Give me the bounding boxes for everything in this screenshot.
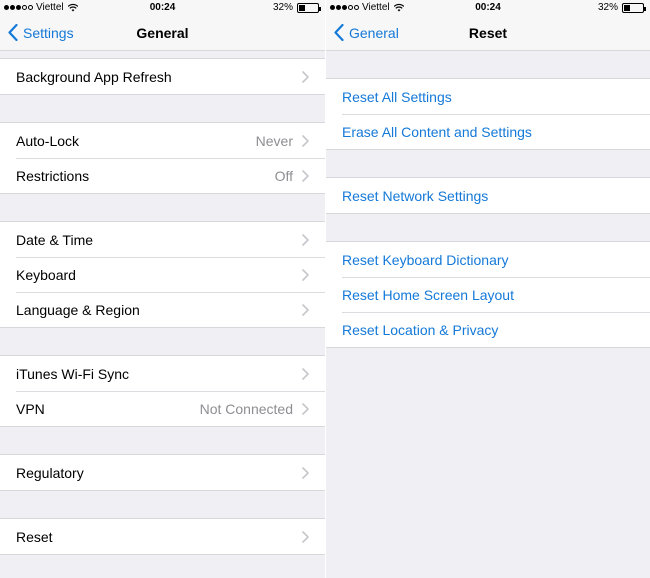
reset-all-settings-button[interactable]: Reset All Settings [326,79,650,114]
chevron-right-icon [302,134,309,147]
chevron-right-icon [302,466,309,479]
reset-group: Reset Network Settings [326,177,650,214]
settings-group: Auto-Lock Never Restrictions Off [0,122,325,194]
battery-indicator: 32% [597,2,646,13]
reset-group: Reset Keyboard Dictionary Reset Home Scre… [326,241,650,348]
settings-group: iTunes Wi-Fi Sync VPN Not Connected [0,355,325,427]
cell-label: iTunes Wi-Fi Sync [16,365,130,382]
back-label: Settings [23,24,74,41]
cell-language-and-region[interactable]: Language & Region [0,292,325,327]
cell-keyboard[interactable]: Keyboard [0,257,325,292]
reset-options-list: Reset All Settings Erase All Content and … [326,51,650,348]
cell-background-app-refresh[interactable]: Background App Refresh [0,59,325,94]
settings-group: Regulatory [0,454,325,491]
reset-home-screen-layout-button[interactable]: Reset Home Screen Layout [326,277,650,312]
chevron-right-icon [302,303,309,316]
cell-value: Off [274,167,293,184]
battery-percent: 32% [597,2,618,13]
status-bar: Viettel 00:24 32% [326,0,650,16]
cell-label: Regulatory [16,464,84,481]
cell-regulatory[interactable]: Regulatory [0,455,325,490]
action-label: Reset All Settings [342,88,452,105]
reset-location-and-privacy-button[interactable]: Reset Location & Privacy [326,312,650,347]
chevron-right-icon [302,169,309,182]
cell-value: Not Connected [199,400,293,417]
status-bar: Viettel 00:24 32% [0,0,325,16]
action-label: Reset Network Settings [342,187,489,204]
chevron-right-icon [302,70,309,83]
reset-screen: Viettel 00:24 32% General Reset Reset Al… [326,0,650,578]
battery-percent: 32% [272,2,293,13]
chevron-left-icon [8,24,18,41]
settings-group: Background App Refresh [0,58,325,95]
settings-group: Reset [0,518,325,555]
chevron-left-icon [334,24,344,41]
chevron-right-icon [302,268,309,281]
cell-auto-lock[interactable]: Auto-Lock Never [0,123,325,158]
general-screen: Viettel 00:24 32% Settings General Backg… [0,0,325,578]
cell-label: Auto-Lock [16,132,80,149]
cell-vpn[interactable]: VPN Not Connected [0,391,325,426]
cell-date-and-time[interactable]: Date & Time [0,222,325,257]
battery-icon [297,2,321,13]
battery-indicator: 32% [272,2,321,13]
chevron-right-icon [302,530,309,543]
action-label: Reset Location & Privacy [342,321,499,338]
back-button-general[interactable]: General [334,24,399,41]
chevron-right-icon [302,233,309,246]
general-settings-list: Background App Refresh Auto-Lock Never Rest… [0,51,325,555]
action-label: Reset Home Screen Layout [342,286,514,303]
chevron-right-icon [302,367,309,380]
cell-reset[interactable]: Reset [0,519,325,554]
reset-network-settings-button[interactable]: Reset Network Settings [326,178,650,213]
cell-label: Keyboard [16,266,76,283]
cell-value: Never [255,132,293,149]
cell-label: Restrictions [16,167,90,184]
cell-itunes-wi-fi-sync[interactable]: iTunes Wi-Fi Sync [0,356,325,391]
back-button-settings[interactable]: Settings [8,24,74,41]
erase-all-content-and-settings-button[interactable]: Erase All Content and Settings [326,114,650,149]
cell-label: Reset [16,528,53,545]
reset-keyboard-dictionary-button[interactable]: Reset Keyboard Dictionary [326,242,650,277]
cell-label: VPN [16,400,45,417]
chevron-right-icon [302,402,309,415]
reset-group: Reset All Settings Erase All Content and … [326,78,650,150]
cell-label: Background App Refresh [16,68,172,85]
cell-label: Date & Time [16,231,94,248]
action-label: Erase All Content and Settings [342,123,532,140]
action-label: Reset Keyboard Dictionary [342,251,509,268]
navigation-bar: General Reset [326,16,650,51]
battery-icon [622,2,646,13]
cell-label: Language & Region [16,301,140,318]
back-label: General [349,24,399,41]
cell-restrictions[interactable]: Restrictions Off [0,158,325,193]
settings-group: Date & Time Keyboard Language & Region [0,221,325,328]
navigation-bar: Settings General [0,16,325,51]
